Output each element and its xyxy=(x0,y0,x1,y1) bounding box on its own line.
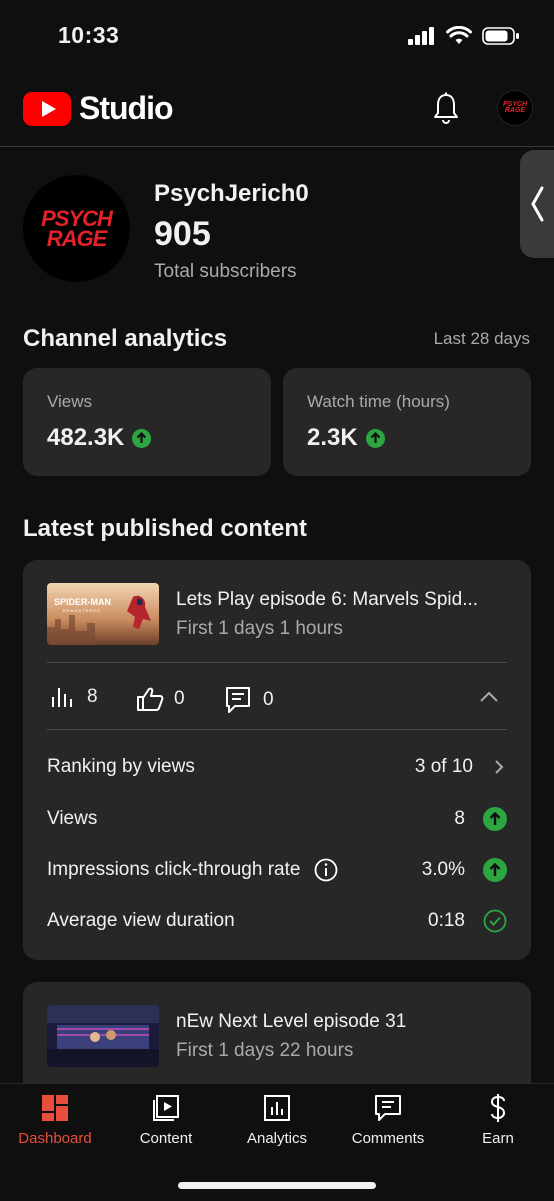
row-label: Ranking by views xyxy=(47,756,195,777)
divider xyxy=(47,729,507,730)
subscriber-count: 905 xyxy=(154,215,211,253)
video-views-metric: 8 xyxy=(51,686,98,708)
content-icon xyxy=(153,1095,179,1121)
channel-avatar: PSYCH RAGE xyxy=(23,175,130,282)
watch-time-stat-card[interactable]: Watch time (hours) 2.3K xyxy=(283,368,531,476)
thumbnail-title-text: SPIDER-MAN xyxy=(54,597,112,607)
arrow-up-icon xyxy=(132,428,152,448)
account-avatar-text-2: RAGE xyxy=(504,107,526,114)
stat-value: 482.3K xyxy=(47,424,125,451)
row-label: Average view duration xyxy=(47,910,235,931)
video-age: First 1 days 1 hours xyxy=(176,618,343,639)
latest-video-card: SPIDER-MAN REMASTERED Lets Play episode … xyxy=(23,560,531,960)
tab-content[interactable]: Content xyxy=(111,1094,221,1147)
thumbnail-subtitle-text: REMASTERED xyxy=(63,608,101,613)
chevron-left-icon xyxy=(531,186,544,222)
tab-earn[interactable]: Earn xyxy=(443,1094,553,1147)
account-avatar[interactable]: PSYCH RAGE xyxy=(497,90,533,126)
dashboard-icon xyxy=(42,1095,68,1121)
tab-dashboard[interactable]: Dashboard xyxy=(0,1094,110,1147)
video-thumbnail[interactable] xyxy=(47,1005,159,1067)
chevron-up-icon xyxy=(480,691,498,702)
stat-value: 2.3K xyxy=(307,424,358,451)
divider xyxy=(47,662,507,663)
info-icon[interactable] xyxy=(314,858,338,882)
youtube-studio-logo: Studio xyxy=(23,90,174,127)
channel-analytics-title: Channel analytics xyxy=(23,325,228,352)
bell-icon xyxy=(434,92,458,124)
arrow-up-icon xyxy=(483,858,507,882)
tab-comments[interactable]: Comments xyxy=(333,1094,443,1147)
video-likes-count: 0 xyxy=(174,688,185,709)
stat-label: Views xyxy=(47,392,93,411)
chevron-right-icon xyxy=(495,760,504,774)
views-stat-card[interactable]: Views 482.3K xyxy=(23,368,271,476)
app-name: Studio xyxy=(79,90,174,126)
row-label: Impressions click-through rate xyxy=(47,859,301,880)
stat-label: Watch time (hours) xyxy=(307,392,450,411)
comments-icon xyxy=(375,1095,401,1121)
arrow-up-icon xyxy=(483,807,507,831)
video-likes-metric: 0 xyxy=(136,686,185,712)
cellular-signal-icon xyxy=(408,27,434,45)
video-views-count: 8 xyxy=(87,686,98,707)
latest-content-title: Latest published content xyxy=(23,515,308,542)
video-title[interactable]: Lets Play episode 6: Marvels Spid... xyxy=(176,589,506,611)
channel-name: PsychJerich0 xyxy=(154,180,309,207)
arrow-up-icon xyxy=(365,428,385,448)
analytics-range: Last 28 days xyxy=(433,329,530,348)
home-indicator[interactable] xyxy=(178,1182,376,1189)
analytics-icon xyxy=(264,1095,290,1121)
video-title[interactable]: nEw Next Level episode 31 xyxy=(176,1011,506,1033)
video-comments-metric: 0 xyxy=(225,686,274,714)
video-thumbnail[interactable]: SPIDER-MAN REMASTERED xyxy=(47,583,159,645)
wifi-icon xyxy=(446,26,472,44)
ctr-row: Impressions click-through rate 3.0% xyxy=(47,858,507,882)
tab-label: Comments xyxy=(351,1130,425,1147)
tab-label: Earn xyxy=(482,1130,514,1147)
tab-label: Content xyxy=(139,1130,193,1147)
youtube-play-icon xyxy=(23,91,71,126)
row-value: 8 xyxy=(454,808,465,829)
avg-duration-row: Average view duration 0:18 xyxy=(47,909,507,933)
collapse-button[interactable] xyxy=(479,690,499,708)
tab-label: Analytics xyxy=(246,1130,308,1147)
side-panel-handle[interactable] xyxy=(520,150,554,258)
notifications-button[interactable] xyxy=(432,92,460,129)
app-header: Studio PSYCH RAGE xyxy=(0,70,554,147)
row-value: 0:18 xyxy=(428,910,465,931)
comment-icon xyxy=(226,687,250,713)
subscriber-label: Total subscribers xyxy=(154,261,297,282)
row-value: 3 of 10 xyxy=(414,756,473,777)
row-label: Views xyxy=(47,808,98,829)
battery-icon xyxy=(482,27,519,45)
status-icons xyxy=(408,26,520,46)
video-age: First 1 days 22 hours xyxy=(176,1040,354,1061)
bar-chart-icon xyxy=(52,688,72,707)
thumbs-up-icon xyxy=(137,687,164,711)
channel-avatar-text-2: RAGE xyxy=(46,225,108,251)
views-row: Views 8 xyxy=(47,807,507,831)
video-comments-count: 0 xyxy=(263,689,274,710)
dollar-icon xyxy=(490,1094,506,1122)
check-circle-icon xyxy=(483,909,507,933)
tab-label: Dashboard xyxy=(18,1130,92,1147)
status-time: 10:33 xyxy=(58,22,120,48)
ranking-row[interactable]: Ranking by views 3 of 10 xyxy=(47,756,507,778)
tab-analytics[interactable]: Analytics xyxy=(222,1094,332,1147)
row-value: 3.0% xyxy=(421,859,465,880)
